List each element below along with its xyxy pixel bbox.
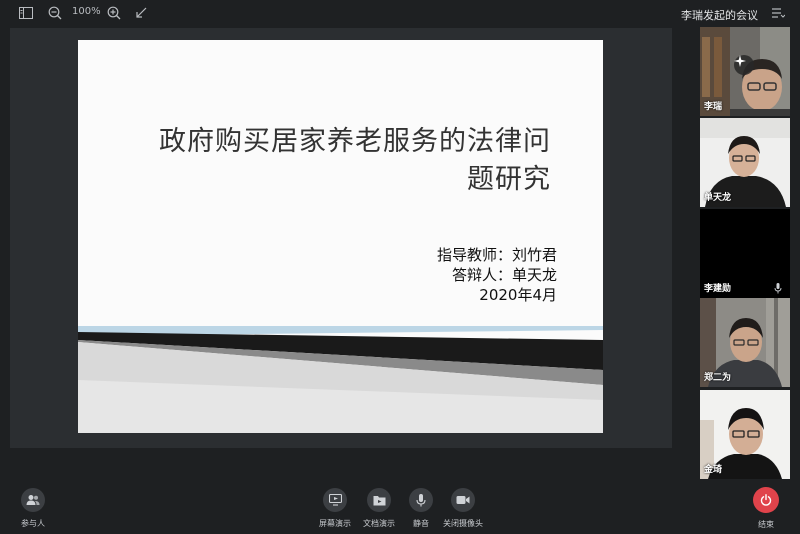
bottom-toolbar: 参与人 屏幕演示 文档演示 静音 关闭摄像头 结束 (0, 482, 800, 534)
slide-title: 政府购买居家养老服务的法律问 题研究 (91, 123, 551, 199)
shared-screen-area: 政府购买居家养老服务的法律问 题研究 指导教师：刘竹君 答辩人：单天龙 2020… (10, 28, 672, 448)
slide-date: 2020年4月 (479, 286, 557, 304)
participant-name: 李瑞 (704, 102, 723, 112)
top-bar: 100% 李瑞发起的会议 (0, 0, 800, 26)
participant-name: 郑二为 (704, 373, 732, 383)
power-icon[interactable] (753, 487, 779, 513)
folder-icon[interactable] (367, 488, 391, 512)
screen-share-icon[interactable] (323, 488, 347, 512)
presentation-slide: 政府购买居家养老服务的法律问 题研究 指导教师：刘竹君 答辩人：单天龙 2020… (78, 40, 603, 433)
collapse-icon[interactable] (133, 5, 149, 21)
participants-label: 参与人 (21, 519, 45, 528)
participant-name: 单天龙 (704, 193, 732, 203)
meeting-window: 100% 李瑞发起的会议 政府购买居家养老服务的法律问 题研究 指导教师：刘竹君… (0, 0, 800, 534)
participant-tile[interactable]: 李建勋 (700, 209, 790, 298)
participants-button[interactable]: 参与人 (3, 488, 63, 529)
zoom-level: 100% (72, 6, 101, 17)
camera-off-button[interactable]: 关闭摄像头 (433, 488, 493, 529)
slide-title-line-1: 政府购买居家养老服务的法律问 (159, 126, 551, 157)
microphone-icon[interactable] (409, 488, 433, 512)
participant-tile[interactable]: 李瑞 (700, 27, 790, 116)
zoom-in-icon[interactable] (106, 5, 122, 21)
screen-share-badge-icon (734, 55, 754, 75)
end-meeting-button[interactable]: 结束 (736, 487, 796, 530)
participant-tile[interactable]: 单天龙 (700, 118, 790, 207)
mic-icon (774, 283, 782, 294)
slide-decoration (78, 326, 603, 433)
participant-name: 金琦 (704, 465, 723, 475)
slide-info: 指导教师：刘竹君 答辩人：单天龙 2020年4月 (437, 245, 557, 305)
zoom-out-icon[interactable] (47, 5, 63, 21)
slide-advisor: 指导教师：刘竹君 (436, 246, 557, 264)
camera-off-label: 关闭摄像头 (443, 519, 483, 528)
screen-share-label: 屏幕演示 (319, 519, 351, 528)
participants-icon[interactable] (21, 488, 45, 512)
meeting-title: 李瑞发起的会议 (681, 9, 758, 22)
participant-tile[interactable]: 郑二为 (700, 298, 790, 387)
end-meeting-label: 结束 (758, 520, 774, 529)
slide-title-line-2: 题研究 (467, 164, 551, 195)
list-icon[interactable] (770, 5, 786, 21)
sidebar-toggle-icon[interactable] (18, 5, 34, 21)
mute-label: 静音 (413, 519, 429, 528)
participant-tile[interactable]: 金琦 (700, 390, 790, 479)
participant-name: 李建勋 (704, 284, 732, 294)
camera-icon[interactable] (451, 488, 475, 512)
slide-defender: 答辩人：单天龙 (451, 266, 557, 284)
